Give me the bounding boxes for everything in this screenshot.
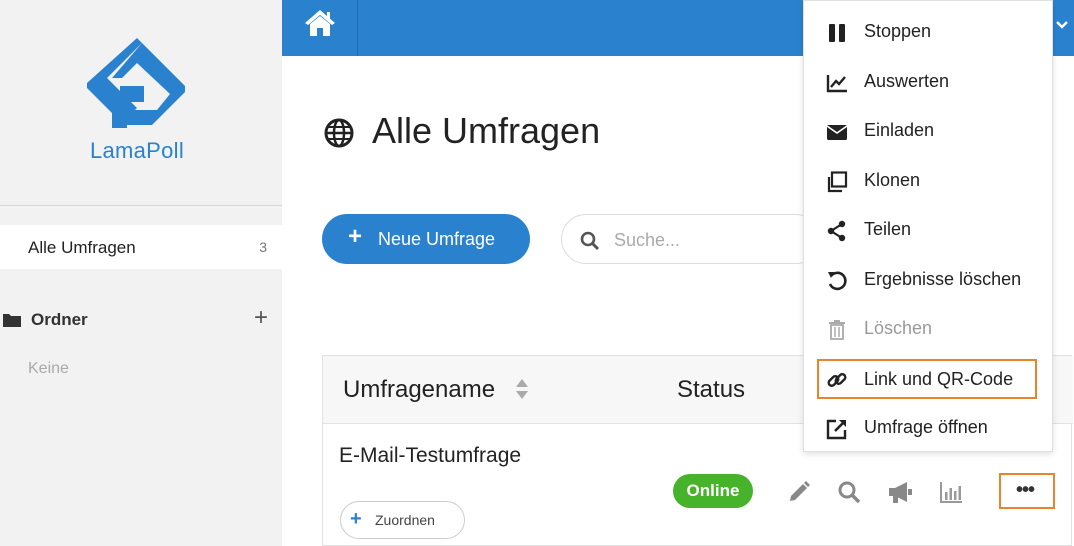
chart-icon xyxy=(826,75,847,93)
share-icon xyxy=(827,220,846,242)
empty-folders-text: Keine xyxy=(28,360,69,377)
survey-count: 3 xyxy=(259,239,267,255)
menu-item-label: Stoppen xyxy=(864,21,932,41)
plus-icon: + xyxy=(348,223,363,250)
menu-item-label: Link und QR-Code xyxy=(864,369,1014,389)
folder-icon xyxy=(3,314,21,327)
menu-item-label: Löschen xyxy=(864,318,933,338)
add-folder-button[interactable]: + xyxy=(254,306,268,330)
sidebar-item-all-surveys[interactable]: Alle Umfragen 3 xyxy=(0,225,282,269)
brand-name: LamaPoll xyxy=(89,138,185,163)
sidebar-item-label: Alle Umfragen xyxy=(28,238,136,257)
menu-item-label: Einladen xyxy=(864,120,935,140)
home-icon xyxy=(305,10,335,36)
menu-item-link-qr[interactable]: Link und QR-Code xyxy=(817,359,1037,399)
bar-chart-icon[interactable] xyxy=(939,480,963,504)
new-survey-label: Neue Umfrage xyxy=(378,229,496,249)
menu-item-label: Teilen xyxy=(864,219,912,239)
column-header-status: Status xyxy=(677,376,746,403)
pencil-icon[interactable] xyxy=(787,480,811,504)
menu-item-delete-results[interactable]: Ergebnisse löschen xyxy=(804,259,1054,301)
magnifier-icon[interactable] xyxy=(837,480,861,504)
lamapoll-logo xyxy=(87,38,185,128)
undo-icon xyxy=(828,271,847,291)
new-survey-button[interactable]: + Neue Umfrage xyxy=(322,214,530,264)
menu-item-label: Auswerten xyxy=(864,71,950,91)
external-link-icon xyxy=(826,419,847,440)
menu-item-delete: Löschen xyxy=(804,308,1054,350)
survey-name[interactable]: E-Mail-Testumfrage xyxy=(339,444,521,468)
sort-icon[interactable] xyxy=(515,378,529,400)
menu-item-label: Umfrage öffnen xyxy=(864,417,988,437)
plus-icon: + xyxy=(350,508,362,530)
link-icon xyxy=(827,373,847,387)
search-input[interactable]: Suche... xyxy=(561,214,821,264)
sidebar: LamaPoll Alle Umfragen 3 Ordner + Keine xyxy=(0,0,282,546)
menu-item-evaluate[interactable]: Auswerten xyxy=(804,61,1054,103)
menu-item-label: Klonen xyxy=(864,170,921,190)
megaphone-icon[interactable] xyxy=(887,480,913,504)
column-header-name[interactable]: Umfragename xyxy=(343,376,495,404)
menu-item-share[interactable]: Teilen xyxy=(804,209,1054,251)
assign-folder-button[interactable]: + Zuordnen xyxy=(340,501,465,539)
logo-area: LamaPoll xyxy=(0,0,282,206)
home-button[interactable] xyxy=(282,0,358,56)
actions-dropdown-menu: Stoppen Auswerten Einladen Klonen Teilen xyxy=(803,0,1053,452)
globe-icon xyxy=(324,118,354,148)
search-icon xyxy=(580,231,600,251)
more-actions-button[interactable]: ••• xyxy=(999,473,1055,509)
menu-item-clone[interactable]: Klonen xyxy=(804,160,1054,202)
menu-item-label: Ergebnisse löschen xyxy=(864,269,1022,289)
chevron-down-icon[interactable] xyxy=(1056,18,1068,32)
page-title: Alle Umfragen xyxy=(372,110,601,151)
envelope-icon xyxy=(826,125,848,140)
ellipsis-icon: ••• xyxy=(1016,479,1035,501)
status-badge: Online xyxy=(673,474,753,508)
folder-section-header: Ordner + xyxy=(0,306,282,336)
menu-item-open-survey[interactable]: Umfrage öffnen xyxy=(804,407,1054,449)
trash-icon xyxy=(829,320,845,340)
pause-icon xyxy=(829,24,845,42)
folder-label: Ordner xyxy=(31,310,88,329)
clone-icon xyxy=(827,171,848,193)
search-placeholder: Suche... xyxy=(614,230,681,250)
menu-item-invite[interactable]: Einladen xyxy=(804,110,1054,152)
assign-label: Zuordnen xyxy=(375,512,435,528)
menu-item-stop[interactable]: Stoppen xyxy=(804,11,1054,53)
